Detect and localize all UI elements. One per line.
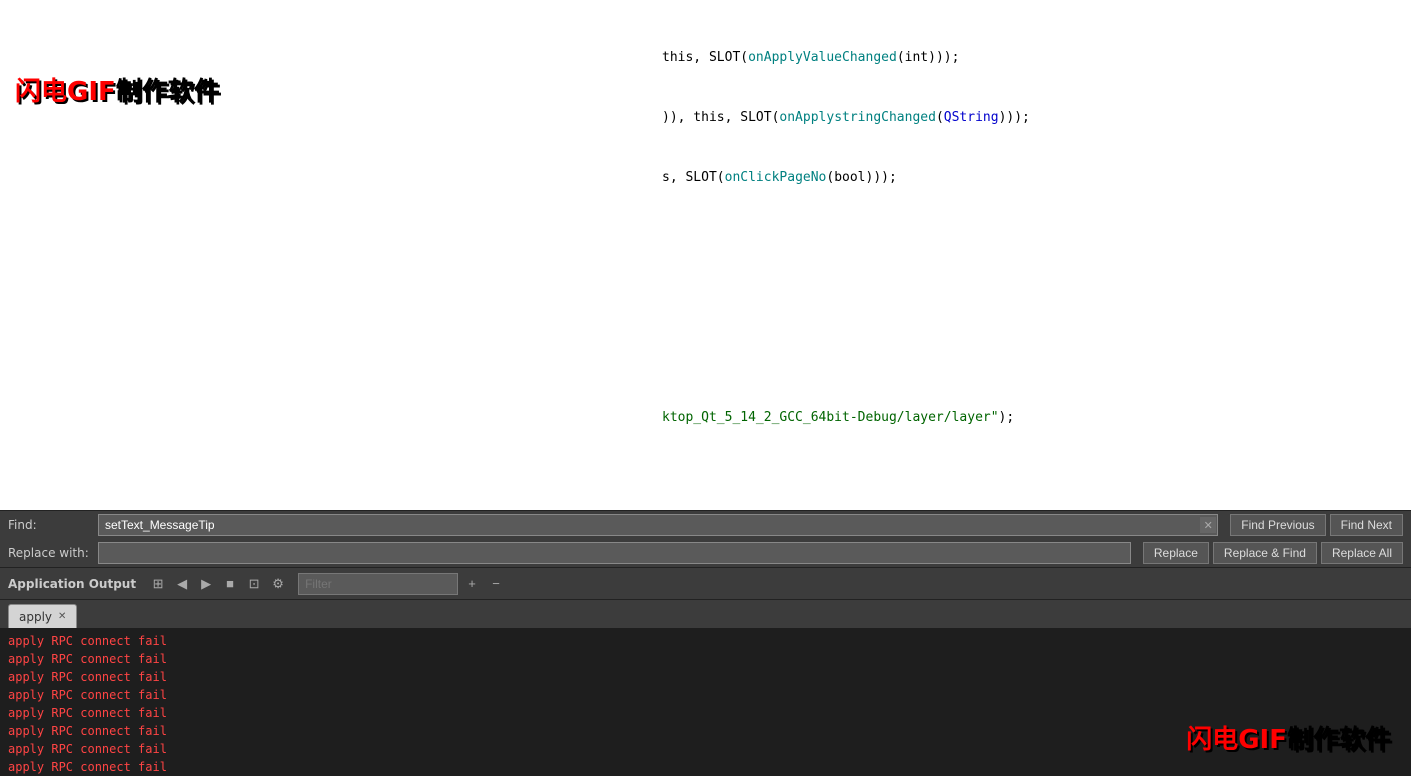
replace-input[interactable] bbox=[98, 542, 1131, 564]
log-line-7: apply RPC connect fail bbox=[8, 740, 1403, 758]
log-line-1: apply RPC connect fail bbox=[8, 632, 1403, 650]
code-line-8 bbox=[662, 468, 1399, 488]
find-previous-button[interactable]: Find Previous bbox=[1230, 514, 1325, 536]
log-line-2: apply RPC connect fail bbox=[8, 650, 1403, 668]
replace-and-find-button[interactable]: Replace & Find bbox=[1213, 542, 1317, 564]
log-line-5: apply RPC connect fail bbox=[8, 704, 1403, 722]
code-line-6 bbox=[662, 348, 1399, 368]
log-line-3: apply RPC connect fail bbox=[8, 668, 1403, 686]
watermark-top-left: 闪电GIF制作软件 bbox=[15, 71, 220, 108]
find-actions: Find Previous Find Next bbox=[1230, 514, 1403, 536]
find-label: Find: bbox=[8, 518, 98, 532]
toolbar-add-icon[interactable]: + bbox=[462, 574, 482, 594]
toolbar-next-icon[interactable]: ▶ bbox=[196, 574, 216, 594]
replace-actions: Replace Replace & Find Replace All bbox=[1143, 542, 1403, 564]
replace-input-wrap bbox=[98, 542, 1131, 564]
output-panel-label: Application Output bbox=[8, 577, 136, 591]
log-line-4: apply RPC connect fail bbox=[8, 686, 1403, 704]
code-line-7: ktop_Qt_5_14_2_GCC_64bit-Debug/layer/lay… bbox=[662, 408, 1399, 428]
tab-label: apply bbox=[19, 610, 52, 624]
log-line-8: apply RPC connect fail bbox=[8, 758, 1403, 776]
application-output-panel: Application Output ⊞ ◀ ▶ ■ ⊡ ⚙ + − apply… bbox=[0, 568, 1411, 776]
code-line-2: )), this, SLOT(onApplystringChanged(QStr… bbox=[662, 108, 1399, 128]
code-line-4 bbox=[662, 228, 1399, 248]
code-line-1: this, SLOT(onApplyValueChanged(int))); bbox=[662, 48, 1399, 68]
find-replace-bar: Find: ✕ Find Previous Find Next Replace … bbox=[0, 510, 1411, 568]
output-content: apply RPC connect fail apply RPC connect… bbox=[0, 628, 1411, 776]
watermark-red-text: 闪电GIF bbox=[15, 77, 116, 107]
toolbar-remove-icon[interactable]: − bbox=[486, 574, 506, 594]
tab-close-button[interactable]: ✕ bbox=[58, 611, 66, 622]
find-clear-button[interactable]: ✕ bbox=[1200, 517, 1216, 533]
toolbar-attach-icon[interactable]: ⊡ bbox=[244, 574, 264, 594]
toolbar-monitor-icon[interactable]: ⊞ bbox=[148, 574, 168, 594]
output-tabs: apply ✕ bbox=[0, 600, 1411, 628]
code-line-5 bbox=[662, 288, 1399, 308]
log-line-6: apply RPC connect fail bbox=[8, 722, 1403, 740]
replace-all-button[interactable]: Replace All bbox=[1321, 542, 1403, 564]
output-tab-apply[interactable]: apply ✕ bbox=[8, 604, 77, 628]
toolbar-settings-icon[interactable]: ⚙ bbox=[268, 574, 288, 594]
find-input-wrap: ✕ bbox=[98, 514, 1218, 536]
find-row: Find: ✕ Find Previous Find Next bbox=[0, 511, 1411, 539]
replace-label: Replace with: bbox=[8, 546, 98, 560]
filter-input[interactable] bbox=[298, 573, 458, 595]
replace-button[interactable]: Replace bbox=[1143, 542, 1209, 564]
toolbar-stop-icon[interactable]: ■ bbox=[220, 574, 240, 594]
watermark-black-text: 制作软件 bbox=[116, 77, 220, 107]
find-next-button[interactable]: Find Next bbox=[1330, 514, 1403, 536]
replace-row: Replace with: Replace Replace & Find Rep… bbox=[0, 539, 1411, 567]
output-toolbar: Application Output ⊞ ◀ ▶ ■ ⊡ ⚙ + − bbox=[0, 568, 1411, 600]
find-input[interactable] bbox=[98, 514, 1218, 536]
toolbar-prev-icon[interactable]: ◀ bbox=[172, 574, 192, 594]
code-line-3: s, SLOT(onClickPageNo(bool))); bbox=[662, 168, 1399, 188]
code-content: this, SLOT(onApplyValueChanged(int))); )… bbox=[650, 0, 1411, 510]
